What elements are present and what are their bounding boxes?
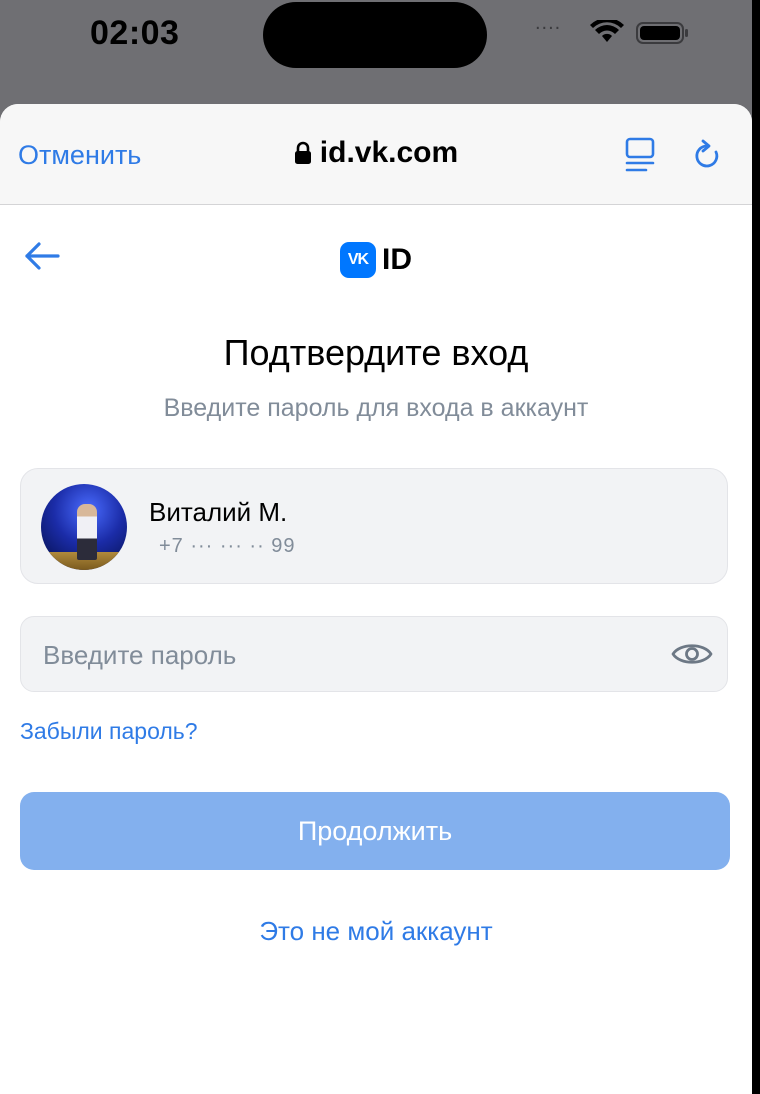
not-my-account-link[interactable]: Это не мой аккаунт — [0, 916, 752, 947]
continue-button[interactable]: Продолжить — [20, 792, 730, 870]
vk-id-label: ID — [382, 243, 412, 276]
battery-icon — [636, 22, 688, 44]
browser-toolbar: Отменить id.vk.com — [0, 104, 752, 205]
page-subtitle: Введите пароль для входа в аккаунт — [163, 394, 589, 422]
lock-icon — [294, 141, 311, 164]
wifi-icon — [590, 20, 624, 42]
device-frame-edge — [752, 0, 760, 1094]
account-phone: +7 ··· ··· ·· 99 — [159, 535, 296, 557]
eye-icon[interactable] — [671, 639, 713, 669]
password-field — [20, 616, 728, 693]
browser-sheet: Отменить id.vk.com VK ID Подтвердите вхо… — [0, 104, 752, 1094]
phone-screen: 02:03 .... Отменить id.vk.com VK ID Подт… — [0, 0, 760, 1094]
url-text: id.vk.com — [319, 136, 459, 169]
signal-dots: .... — [535, 12, 562, 34]
avatar — [41, 484, 127, 570]
vk-logo-icon: VK — [340, 242, 376, 278]
password-input[interactable] — [41, 617, 665, 693]
page-title: Подтвердите вход — [223, 332, 529, 373]
reader-icon[interactable] — [624, 136, 656, 174]
forgot-password-link[interactable]: Забыли пароль? — [20, 718, 198, 745]
back-arrow-icon[interactable] — [22, 238, 62, 274]
status-time: 02:03 — [90, 14, 180, 52]
account-name: Виталий М. — [149, 497, 288, 527]
reload-icon[interactable] — [690, 138, 726, 174]
status-bar: 02:03 .... — [0, 0, 760, 100]
dynamic-island — [263, 2, 487, 68]
account-card: Виталий М. +7 ··· ··· ·· 99 — [20, 468, 728, 584]
vk-id-logo: VK ID — [340, 242, 412, 278]
